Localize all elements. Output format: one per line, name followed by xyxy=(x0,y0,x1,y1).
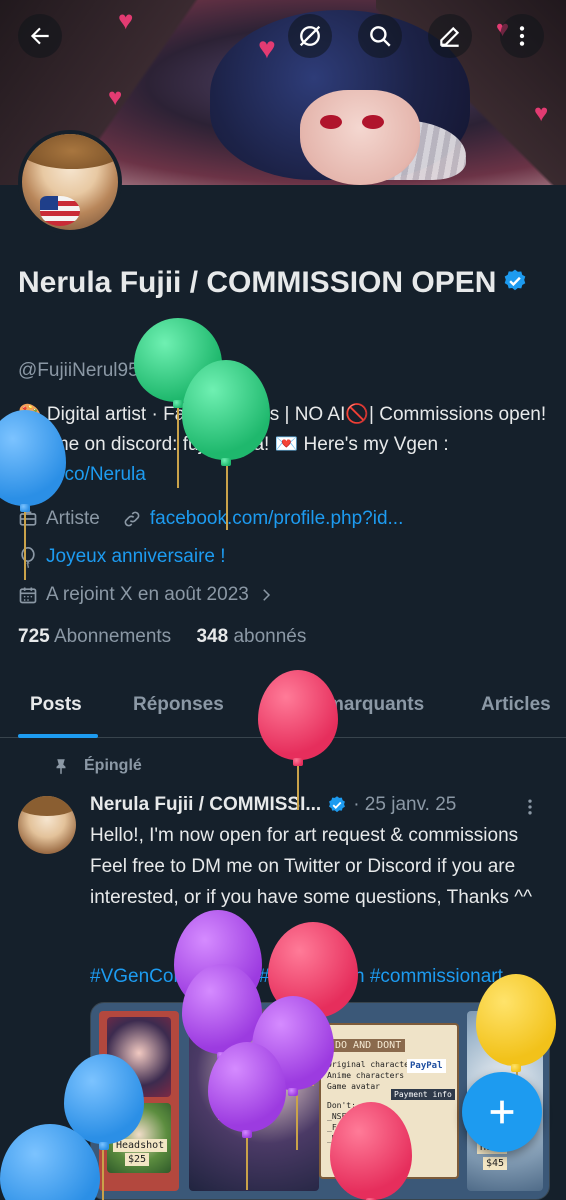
heart-icon: ♥ xyxy=(108,84,123,111)
edit-icon xyxy=(440,26,460,47)
more-vertical-icon xyxy=(519,26,525,46)
search-icon xyxy=(370,26,391,47)
plus-icon xyxy=(490,1100,514,1124)
calendar-icon xyxy=(19,587,37,604)
grok-icon xyxy=(299,25,321,47)
profile-joined: A rejoint X en août 2023 xyxy=(46,584,249,605)
avatar-flag-canton xyxy=(40,196,58,210)
banner-eye-left xyxy=(320,115,342,129)
balloon-purple-2 xyxy=(182,964,262,1060)
tweet-header: Nerula Fujii / COMMISSI... · 25 janv. 25 xyxy=(90,794,550,816)
balloon-string xyxy=(226,460,228,530)
tweet-text: Hello!, I'm now open for art request & c… xyxy=(90,825,533,908)
profile-bio: 🎨 Digital artist · Fanart & OCs | NO AI🚫… xyxy=(18,400,548,490)
tab-posts[interactable]: Posts xyxy=(30,694,82,716)
more-vertical-icon xyxy=(528,799,532,815)
category-icon xyxy=(19,511,37,526)
balloon-blue-2 xyxy=(64,1054,144,1150)
followers-stat[interactable]: 348 abonnés xyxy=(196,626,306,647)
top-bar xyxy=(0,14,566,58)
link-icon xyxy=(124,511,140,527)
meta-row-joined[interactable]: A rejoint X en août 2023 xyxy=(18,584,275,606)
media-half-price: $45 xyxy=(483,1157,508,1170)
balloon-purple-4 xyxy=(208,1042,286,1138)
media-headshot-price: $25 xyxy=(125,1153,150,1166)
back-arrow-icon xyxy=(30,27,49,45)
bio-text: 🎨 Digital artist · Fanart & OCs | NO AI🚫… xyxy=(18,404,547,455)
edit-button[interactable] xyxy=(428,14,472,58)
media-headshot-label: Headshot xyxy=(113,1139,168,1152)
verified-badge-icon xyxy=(502,266,528,303)
media-payment: Payment info xyxy=(391,1089,455,1100)
tweet-avatar-hat xyxy=(18,796,76,816)
banner-character-face xyxy=(300,90,420,185)
balloon-string xyxy=(296,1090,298,1150)
profile-category: Artiste xyxy=(46,508,100,529)
balloon-red-1 xyxy=(258,670,338,766)
tweet-author[interactable]: Nerula Fujii / COMMISSI... xyxy=(90,794,321,816)
following-label: Abonnements xyxy=(53,626,172,647)
balloon-icon xyxy=(21,547,35,568)
more-button[interactable] xyxy=(500,14,544,58)
profile-name-block: Nerula Fujii / COMMISSION OPEN xyxy=(18,264,538,303)
banner-eye-right xyxy=(362,115,384,129)
pinned-label: Épinglé xyxy=(84,757,142,774)
search-button[interactable] xyxy=(358,14,402,58)
tweet-date[interactable]: · 25 janv. 25 xyxy=(353,794,456,816)
tab-active-indicator xyxy=(18,734,98,738)
meta-row-category-website: Artiste facebook.com/profile.php?id... xyxy=(18,508,403,530)
avatar-hat xyxy=(22,134,118,169)
meta-row-birthday: Joyeux anniversaire ! xyxy=(18,546,226,568)
balloon-string xyxy=(297,760,299,810)
media-do-items: Original characters Anime characters Gam… xyxy=(327,1060,419,1091)
balloon-green-2 xyxy=(182,360,270,466)
compose-button[interactable] xyxy=(462,1072,542,1152)
balloon-string xyxy=(24,500,26,580)
balloon-string xyxy=(246,1130,248,1190)
pinned-label-row: Épinglé xyxy=(52,756,142,776)
media-paypal: PayPal xyxy=(407,1059,446,1073)
media-dos-donts: DO AND DONT xyxy=(331,1039,406,1052)
back-button[interactable] xyxy=(18,14,62,58)
pin-icon xyxy=(56,759,66,775)
followers-count: 348 xyxy=(196,626,229,647)
verified-badge-icon xyxy=(327,795,347,815)
tab-replies[interactable]: Réponses xyxy=(133,694,224,716)
followers-label: abonnés xyxy=(233,626,307,647)
profile-avatar[interactable] xyxy=(18,130,122,234)
following-count: 725 xyxy=(18,626,50,647)
profile-website-link[interactable]: facebook.com/profile.php?id... xyxy=(150,508,404,530)
balloon-red-3 xyxy=(330,1102,412,1200)
profile-birthday[interactable]: Joyeux anniversaire ! xyxy=(46,546,226,568)
follow-stats: 725 Abonnements 348 abonnés xyxy=(18,626,306,648)
tweet-avatar[interactable] xyxy=(18,796,76,854)
balloon-yellow-1 xyxy=(476,974,556,1072)
heart-icon: ♥ xyxy=(534,100,549,127)
following-stat[interactable]: 725 Abonnements xyxy=(18,626,171,647)
grok-button[interactable] xyxy=(288,14,332,58)
chevron-right-icon xyxy=(263,589,270,601)
profile-name: Nerula Fujii / COMMISSION OPEN xyxy=(18,266,497,299)
tab-articles[interactable]: Articles xyxy=(481,694,551,716)
